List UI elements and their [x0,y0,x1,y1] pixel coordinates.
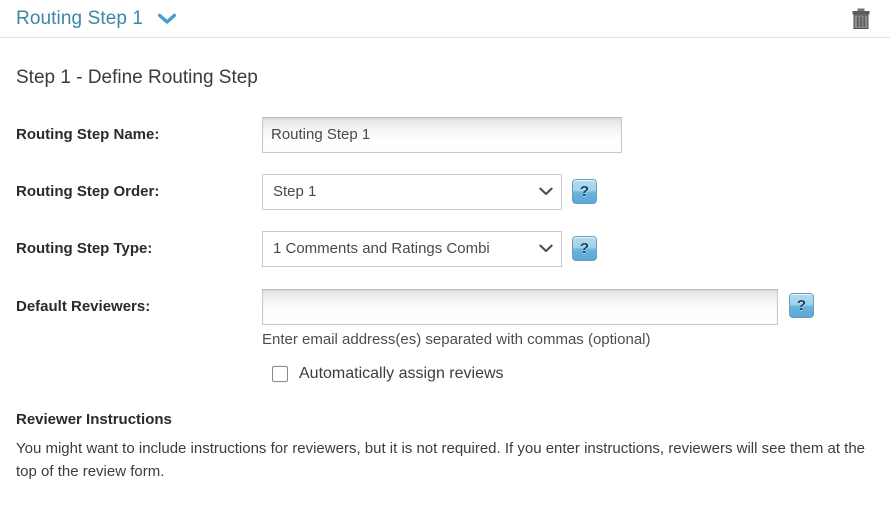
reviewer-instructions-text: You might want to include instructions f… [16,437,874,484]
hint-spacer [16,331,262,349]
panel-body: Step 1 - Define Routing Step Routing Ste… [0,68,890,483]
label-default-reviewers: Default Reviewers: [16,289,262,315]
control-step-type: 1 Comments and Ratings Combi ? [262,231,597,267]
section-heading: Step 1 - Define Routing Step [16,68,874,89]
control-default-reviewers: ? [262,289,814,325]
label-step-type: Routing Step Type: [16,231,262,257]
help-button-default-reviewers[interactable]: ? [789,293,814,318]
step-type-select-wrap: 1 Comments and Ratings Combi [262,231,562,267]
control-step-order: Step 1 ? [262,174,597,210]
field-row-step-type: Routing Step Type: 1 Comments and Rating… [16,231,874,267]
auto-assign-label[interactable]: Automatically assign reviews [299,365,504,383]
field-row-default-reviewers: Default Reviewers: ? [16,289,874,325]
default-reviewers-hint-row: Enter email address(es) separated with c… [16,331,874,349]
reviewer-instructions-heading: Reviewer Instructions [16,411,874,428]
label-step-name: Routing Step Name: [16,117,262,143]
field-row-step-name: Routing Step Name: [16,117,874,153]
step-name-input[interactable] [262,117,622,153]
step-order-select[interactable]: Step 1 [262,174,562,210]
help-button-step-type[interactable]: ? [572,236,597,261]
label-step-order: Routing Step Order: [16,174,262,200]
help-button-step-order[interactable]: ? [572,179,597,204]
auto-assign-checkbox[interactable] [272,366,288,382]
panel-header: Routing Step 1 [0,0,890,38]
auto-assign-row: Automatically assign reviews [16,365,874,383]
trash-icon[interactable] [849,6,873,32]
default-reviewers-hint: Enter email address(es) separated with c… [262,331,651,349]
control-step-name [262,117,622,153]
default-reviewers-input[interactable] [262,289,778,325]
field-row-step-order: Routing Step Order: Step 1 ? [16,174,874,210]
step-order-select-wrap: Step 1 [262,174,562,210]
step-type-select[interactable]: 1 Comments and Ratings Combi [262,231,562,267]
page-title: Routing Step 1 [16,9,143,28]
chevron-down-icon[interactable] [156,8,178,30]
